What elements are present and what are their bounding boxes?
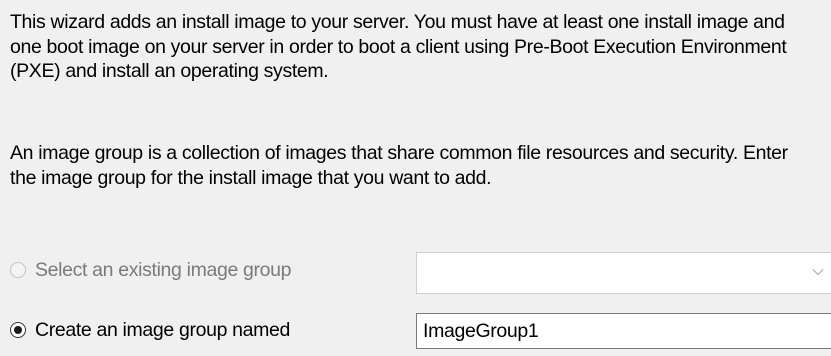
chevron-down-icon — [812, 269, 824, 276]
existing-group-dropdown[interactable] — [416, 252, 831, 294]
existing-group-label: Select an existing image group — [35, 258, 292, 281]
existing-group-radio[interactable] — [10, 262, 26, 278]
intro-description: This wizard adds an install image to you… — [10, 11, 787, 82]
image-group-name-input[interactable] — [416, 313, 831, 349]
image-group-description: An image group is a collection of images… — [10, 142, 788, 189]
create-group-label: Create an image group named — [35, 318, 291, 341]
create-group-radio[interactable] — [10, 322, 26, 338]
radio-selected-dot — [14, 326, 22, 334]
existing-group-option[interactable]: Select an existing image group — [10, 255, 292, 285]
create-group-option[interactable]: Create an image group named — [10, 315, 290, 345]
